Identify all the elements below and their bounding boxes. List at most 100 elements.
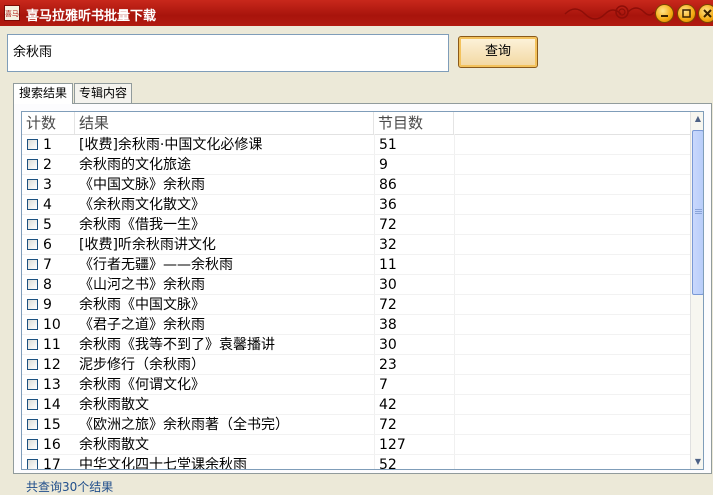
table-row[interactable]: 15 《欧洲之旅》余秋雨著（全书完） 72 — [22, 415, 690, 435]
maximize-button[interactable] — [677, 4, 696, 23]
row-checkbox[interactable] — [27, 179, 38, 190]
row-index: 15 — [43, 417, 61, 433]
list-header: 计数 结果 节目数 — [22, 112, 690, 135]
table-row[interactable]: 8 《山河之书》余秋雨 30 — [22, 275, 690, 295]
row-album-name: 《行者无疆》——余秋雨 — [79, 257, 233, 273]
decorative-cloud-pattern — [564, 5, 655, 20]
table-row[interactable]: 16 余秋雨散文 127 — [22, 435, 690, 455]
row-checkbox[interactable] — [27, 339, 38, 350]
row-album-name: [收费]听余秋雨讲文化 — [79, 237, 216, 253]
row-episode-count: 72 — [379, 217, 397, 233]
table-row[interactable]: 11 余秋雨《我等不到了》袁馨播讲 30 — [22, 335, 690, 355]
row-checkbox[interactable] — [27, 199, 38, 210]
scrollbar-thumb[interactable] — [692, 130, 703, 295]
row-checkbox[interactable] — [27, 219, 38, 230]
row-album-name: 《欧洲之旅》余秋雨著（全书完） — [79, 417, 289, 433]
table-row[interactable]: 12 泥步修行（余秋雨） 23 — [22, 355, 690, 375]
table-row[interactable]: 14 余秋雨散文 42 — [22, 395, 690, 415]
row-episode-count: 38 — [379, 317, 397, 333]
row-episode-count: 86 — [379, 177, 397, 193]
vertical-scrollbar[interactable]: ▲ ▼ — [690, 112, 703, 469]
table-row[interactable]: 6 [收费]听余秋雨讲文化 32 — [22, 235, 690, 255]
grip-line — [695, 211, 702, 212]
row-album-name: [收费]余秋雨·中国文化必修课 — [79, 137, 263, 153]
row-checkbox[interactable] — [27, 279, 38, 290]
row-album-name: 中华文化四十七堂课余秋雨 — [79, 457, 247, 470]
minimize-icon — [661, 15, 668, 17]
table-row[interactable]: 10 《君子之道》余秋雨 38 — [22, 315, 690, 335]
table-row[interactable]: 4 《余秋雨文化散文》 36 — [22, 195, 690, 215]
table-row[interactable]: 9 余秋雨《中国文脉》 72 — [22, 295, 690, 315]
row-album-name: 《余秋雨文化散文》 — [79, 197, 205, 213]
row-checkbox[interactable] — [27, 379, 38, 390]
row-index: 14 — [43, 397, 61, 413]
row-album-name: 余秋雨《中国文脉》 — [79, 297, 205, 313]
row-checkbox[interactable] — [27, 239, 38, 250]
row-index: 6 — [43, 237, 52, 253]
minimize-button[interactable] — [655, 4, 674, 23]
table-row[interactable]: 5 余秋雨《借我一生》 72 — [22, 215, 690, 235]
column-header-index[interactable]: 计数 — [22, 112, 75, 134]
title-bar[interactable]: 喜马 喜马拉雅听书批量下载 — [0, 0, 713, 26]
row-album-name: 《山河之书》余秋雨 — [79, 277, 205, 293]
row-index: 8 — [43, 277, 52, 293]
scroll-up-arrow-icon[interactable]: ▲ — [691, 112, 703, 126]
tab-search-results[interactable]: 搜索结果 — [13, 83, 73, 104]
row-episode-count: 42 — [379, 397, 397, 413]
row-episode-count: 30 — [379, 277, 397, 293]
row-checkbox[interactable] — [27, 439, 38, 450]
row-index: 9 — [43, 297, 52, 313]
row-index: 4 — [43, 197, 52, 213]
window-title: 喜马拉雅听书批量下载 — [26, 9, 157, 24]
row-episode-count: 72 — [379, 297, 397, 313]
row-index: 11 — [43, 337, 61, 353]
row-checkbox[interactable] — [27, 259, 38, 270]
results-list[interactable]: 计数 结果 节目数 1 [收费]余秋雨·中国文化必修课 5 1 2 余秋雨的文化旅途 9 3 《… — [21, 111, 704, 470]
row-episode-count: 127 — [379, 437, 406, 453]
row-checkbox[interactable] — [27, 359, 38, 370]
column-header-count[interactable]: 节目数 — [374, 112, 454, 134]
column-header-result[interactable]: 结果 — [75, 112, 374, 134]
search-input[interactable]: 余秋雨 — [7, 34, 449, 72]
row-index: 5 — [43, 217, 52, 233]
grip-line — [695, 213, 702, 214]
row-album-name: 余秋雨的文化旅途 — [79, 157, 191, 173]
row-checkbox[interactable] — [27, 419, 38, 430]
row-episode-count: 23 — [379, 357, 397, 373]
row-index: 13 — [43, 377, 61, 393]
row-checkbox[interactable] — [27, 399, 38, 410]
results-rows: 1 [收费]余秋雨·中国文化必修课 51 2 余秋雨的文化旅途 9 3 《中国文脉》余秋雨 86… — [22, 135, 690, 470]
row-checkbox[interactable] — [27, 299, 38, 310]
row-index: 3 — [43, 177, 52, 193]
table-row[interactable]: 1 [收费]余秋雨·中国文化必修课 51 — [22, 135, 690, 155]
row-album-name: 余秋雨散文 — [79, 397, 149, 413]
row-episode-count: 72 — [379, 417, 397, 433]
close-button[interactable] — [698, 4, 713, 23]
row-album-name: 《君子之道》余秋雨 — [79, 317, 205, 333]
table-row[interactable]: 3 《中国文脉》余秋雨 86 — [22, 175, 690, 195]
row-index: 12 — [43, 357, 61, 373]
table-row[interactable]: 2 余秋雨的文化旅途 9 — [22, 155, 690, 175]
table-row[interactable]: 7 《行者无疆》——余秋雨 11 — [22, 255, 690, 275]
row-checkbox[interactable] — [27, 319, 38, 330]
row-checkbox[interactable] — [27, 159, 38, 170]
row-episode-count: 9 — [379, 157, 388, 173]
table-row[interactable]: 13 余秋雨《何谓文化》 7 — [22, 375, 690, 395]
row-album-name: 《中国文脉》余秋雨 — [79, 177, 205, 193]
row-checkbox[interactable] — [27, 139, 38, 150]
app-icon: 喜马 — [4, 5, 20, 21]
query-button[interactable]: 查询 — [458, 36, 538, 68]
status-text: 共查询30个结果 — [26, 480, 114, 494]
row-index: 1 — [43, 137, 52, 153]
row-album-name: 余秋雨散文 — [79, 437, 149, 453]
row-episode-count: 30 — [379, 337, 397, 353]
tab-album-content[interactable]: 专辑内容 — [74, 83, 132, 103]
grip-line — [695, 209, 702, 210]
results-panel: 计数 结果 节目数 1 [收费]余秋雨·中国文化必修课 5 1 2 余秋雨的文化旅途 9 3 《… — [13, 103, 712, 474]
scroll-down-arrow-icon[interactable]: ▼ — [691, 455, 703, 469]
row-episode-count: 52 — [379, 457, 397, 470]
table-row[interactable]: 17 中华文化四十七堂课余秋雨 52 — [22, 455, 690, 470]
row-album-name: 余秋雨《我等不到了》袁馨播讲 — [79, 337, 275, 353]
row-checkbox[interactable] — [27, 459, 38, 469]
row-episode-count: 51 — [379, 137, 397, 153]
